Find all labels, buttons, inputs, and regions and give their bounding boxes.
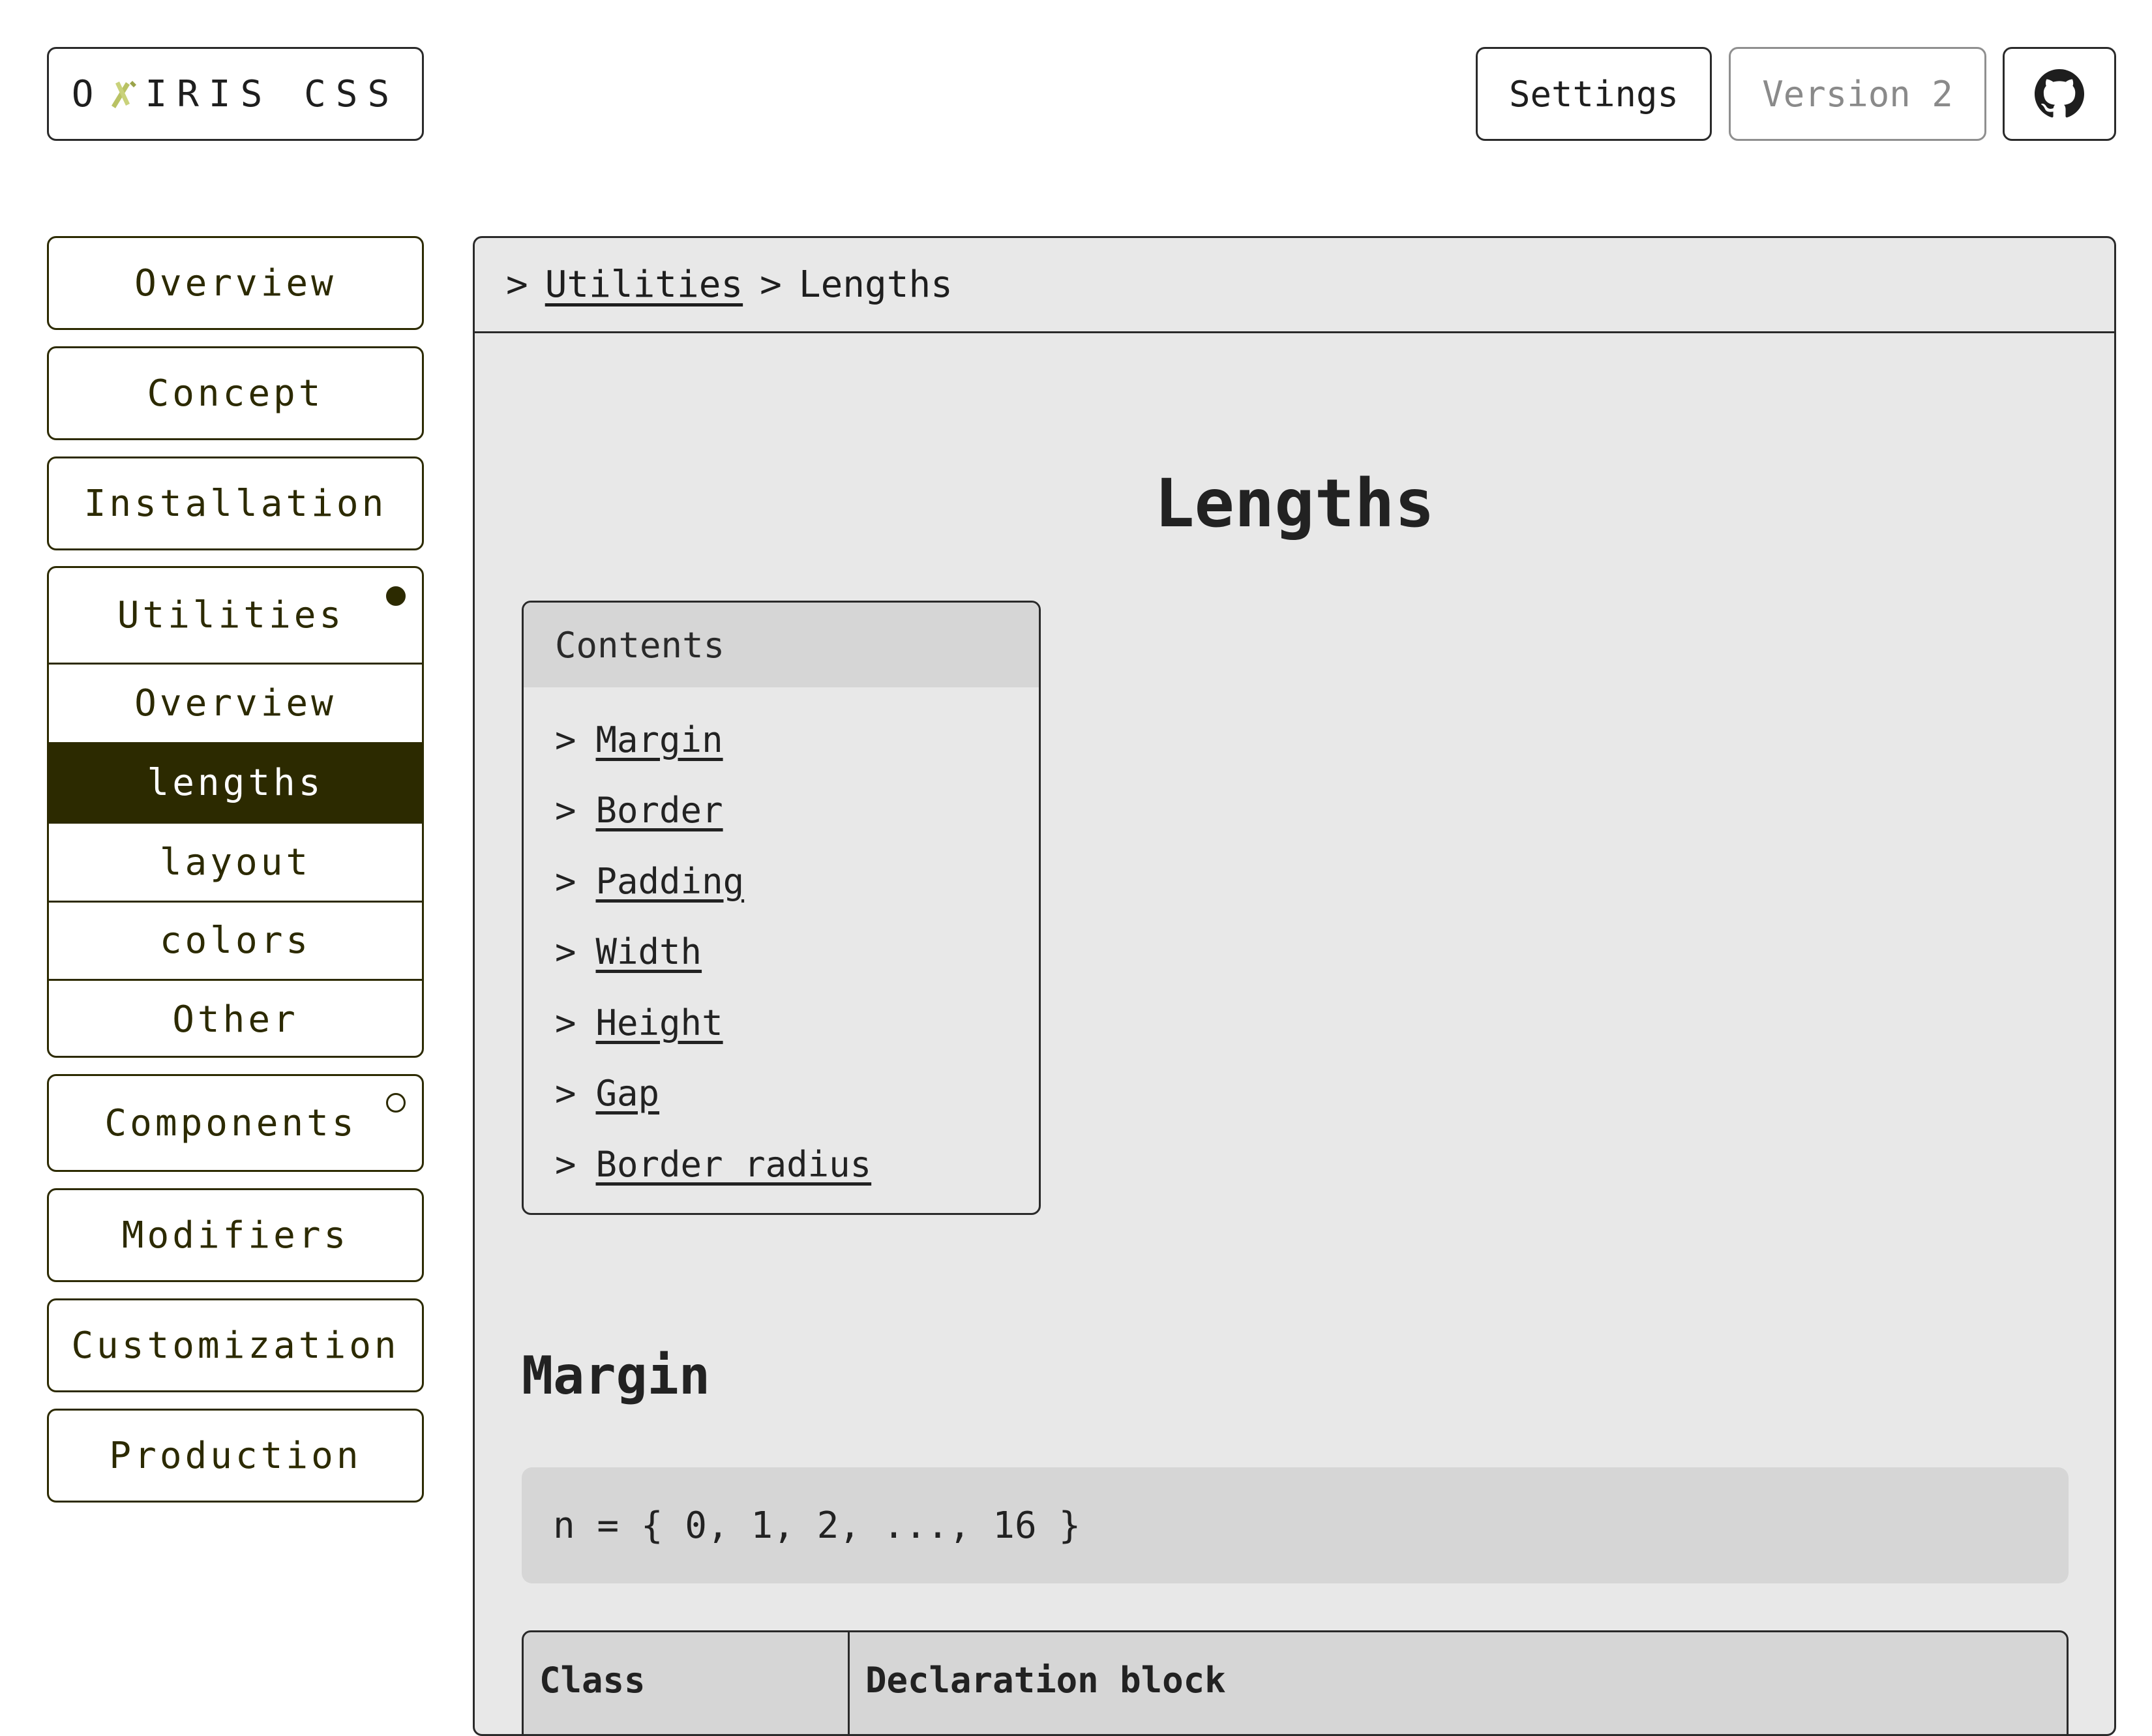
- sidebar-subitem-layout[interactable]: layout: [49, 824, 422, 903]
- sidebar-subitem-colors[interactable]: colors: [49, 903, 422, 981]
- table-header-declaration: Declaration block: [865, 1660, 1226, 1701]
- logo-mark-icon: [111, 81, 136, 108]
- toc-item: > Height: [555, 987, 1039, 1058]
- sidebar-item-label: Components: [104, 1101, 357, 1145]
- toc-item: > Gap: [555, 1058, 1039, 1130]
- sidebar-subitem-overview[interactable]: Overview: [49, 665, 422, 744]
- settings-button[interactable]: Settings: [1476, 47, 1712, 141]
- toc-arrow: >: [555, 1073, 576, 1115]
- sidebar-item-installation[interactable]: Installation: [47, 456, 424, 550]
- sidebar-item-components[interactable]: Components: [47, 1074, 424, 1172]
- sidebar-item-label: Utilities: [117, 594, 345, 636]
- toc-link-gap[interactable]: Gap: [596, 1073, 660, 1114]
- sidebar-subitem-other[interactable]: Other: [49, 981, 422, 1056]
- sidebar-item-utilities[interactable]: Utilities: [49, 568, 422, 665]
- logo-text-left: O: [71, 72, 104, 115]
- toc-arrow: >: [555, 1143, 576, 1185]
- table-of-contents: Contents > Margin > Border > Padding > Width…: [522, 601, 1041, 1215]
- logo-text-right: IRIS CSS: [145, 72, 400, 115]
- page-title: Lengths: [1154, 465, 1435, 543]
- toc-link-height[interactable]: Height: [596, 1002, 723, 1043]
- sidebar-item-overview[interactable]: Overview: [47, 236, 424, 330]
- github-button[interactable]: [2003, 47, 2116, 141]
- table-header-class: Class: [524, 1632, 850, 1734]
- sidebar-group-utilities: Utilities Overview lengths layout colors…: [47, 566, 424, 1058]
- toc-item: > Padding: [555, 846, 1039, 917]
- github-icon: [2035, 69, 2084, 118]
- version-button[interactable]: Version 2: [1729, 47, 1986, 141]
- breadcrumb-link-utilities[interactable]: Utilities: [545, 263, 743, 306]
- toc-link-padding[interactable]: Padding: [596, 861, 745, 902]
- breadcrumb: > Utilities > Lengths: [475, 238, 2114, 333]
- toc-item: > Border: [555, 775, 1039, 846]
- toc-item: > Margin: [555, 704, 1039, 775]
- breadcrumb-separator: >: [506, 263, 528, 306]
- toc-arrow: >: [555, 719, 576, 760]
- sidebar-item-production[interactable]: Production: [47, 1409, 424, 1503]
- sidebar-item-concept[interactable]: Concept: [47, 346, 424, 440]
- logo[interactable]: O IRIS CSS: [47, 47, 424, 141]
- sidebar-item-customization[interactable]: Customization: [47, 1298, 424, 1392]
- expanded-indicator-icon: [386, 586, 406, 606]
- class-table: Class Declaration block: [522, 1630, 2069, 1734]
- toc-link-width[interactable]: Width: [596, 931, 702, 972]
- toc-link-border-radius[interactable]: Border radius: [596, 1144, 872, 1185]
- toc-item: > Width: [555, 917, 1039, 988]
- collapsed-indicator-icon: [386, 1093, 406, 1113]
- toc-arrow: >: [555, 1002, 576, 1043]
- breadcrumb-current: Lengths: [798, 263, 953, 306]
- toc-link-margin[interactable]: Margin: [596, 719, 723, 760]
- sidebar-subitem-lengths[interactable]: lengths: [49, 744, 422, 824]
- toc-link-border[interactable]: Border: [596, 790, 723, 831]
- main-panel: > Utilities > Lengths Lengths Contents >…: [473, 236, 2116, 1736]
- toc-arrow: >: [555, 790, 576, 831]
- breadcrumb-separator: >: [760, 263, 782, 306]
- toc-item: > Border radius: [555, 1129, 1039, 1200]
- toc-arrow: >: [555, 931, 576, 973]
- toc-arrow: >: [555, 860, 576, 902]
- sidebar-item-modifiers[interactable]: Modifiers: [47, 1188, 424, 1282]
- toc-heading: Contents: [524, 603, 1039, 687]
- code-block: n = { 0, 1, 2, ..., 16 }: [522, 1467, 2069, 1583]
- section-title-margin: Margin: [522, 1345, 710, 1406]
